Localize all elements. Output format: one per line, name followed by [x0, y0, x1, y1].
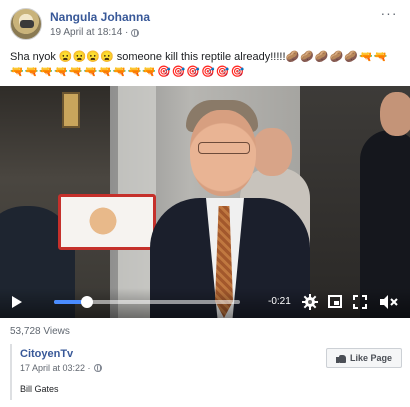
author-name[interactable]: Nangula Johanna	[50, 10, 150, 24]
thumbs-up-icon	[335, 353, 346, 363]
like-page-button[interactable]: Like Page	[326, 348, 402, 368]
gear-icon[interactable]	[302, 294, 318, 310]
video-scene-sign-art	[83, 207, 133, 235]
video-scene-right-person-head	[380, 92, 410, 136]
post-text: Sha nyok 😦😦😦😦 someone kill this reptile …	[10, 50, 402, 80]
progress-bar[interactable]	[54, 296, 240, 308]
video-scene-lamp	[62, 92, 80, 128]
play-icon[interactable]	[12, 296, 22, 308]
shared-caption: Bill Gates	[20, 384, 59, 394]
shared-post: CitoyenTv 17 April at 03:22 · Bill Gates…	[10, 344, 402, 400]
video-subject-glasses	[198, 142, 250, 154]
progress-handle[interactable]	[81, 296, 94, 308]
globe-icon	[93, 364, 102, 372]
fullscreen-icon[interactable]	[352, 294, 368, 310]
shared-timestamp[interactable]: 17 April at 03:22 ·	[20, 363, 91, 373]
video-scene-bg-person-head	[252, 128, 292, 176]
emoji-line-2: 🔫🔫🔫🔫🔫🔫🔫🔫🔫🔫🎯🎯🎯🎯🎯🎯	[10, 66, 246, 78]
globe-icon	[131, 28, 140, 37]
video-controls: -0:21	[0, 288, 410, 318]
post-header: Nangula Johanna 19 April at 18:14 · ···	[10, 6, 400, 44]
time-remaining: -0:21	[268, 296, 291, 307]
post-timestamp[interactable]: 19 April at 18:14 ·	[50, 27, 128, 38]
shared-page-name[interactable]: CitoyenTv	[20, 348, 73, 360]
volume-muted-icon[interactable]	[378, 294, 398, 310]
video-scene-sign	[58, 194, 156, 250]
video-player[interactable]: -0:21	[0, 86, 410, 318]
post-meta: 19 April at 18:14 ·	[50, 27, 140, 38]
more-options-button[interactable]: ···	[378, 6, 400, 24]
like-page-label: Like Page	[349, 353, 393, 363]
picture-in-picture-icon[interactable]	[328, 295, 342, 308]
emoji-line-1: 🥔🥔🥔🥔🥔🔫🔫	[285, 51, 389, 63]
post-body: Sha nyok 😦😦😦😦 someone kill this reptile …	[10, 51, 286, 63]
view-count: 53,728 Views	[10, 326, 70, 337]
author-avatar[interactable]	[10, 8, 42, 40]
shared-meta: 17 April at 03:22 ·	[20, 363, 102, 373]
